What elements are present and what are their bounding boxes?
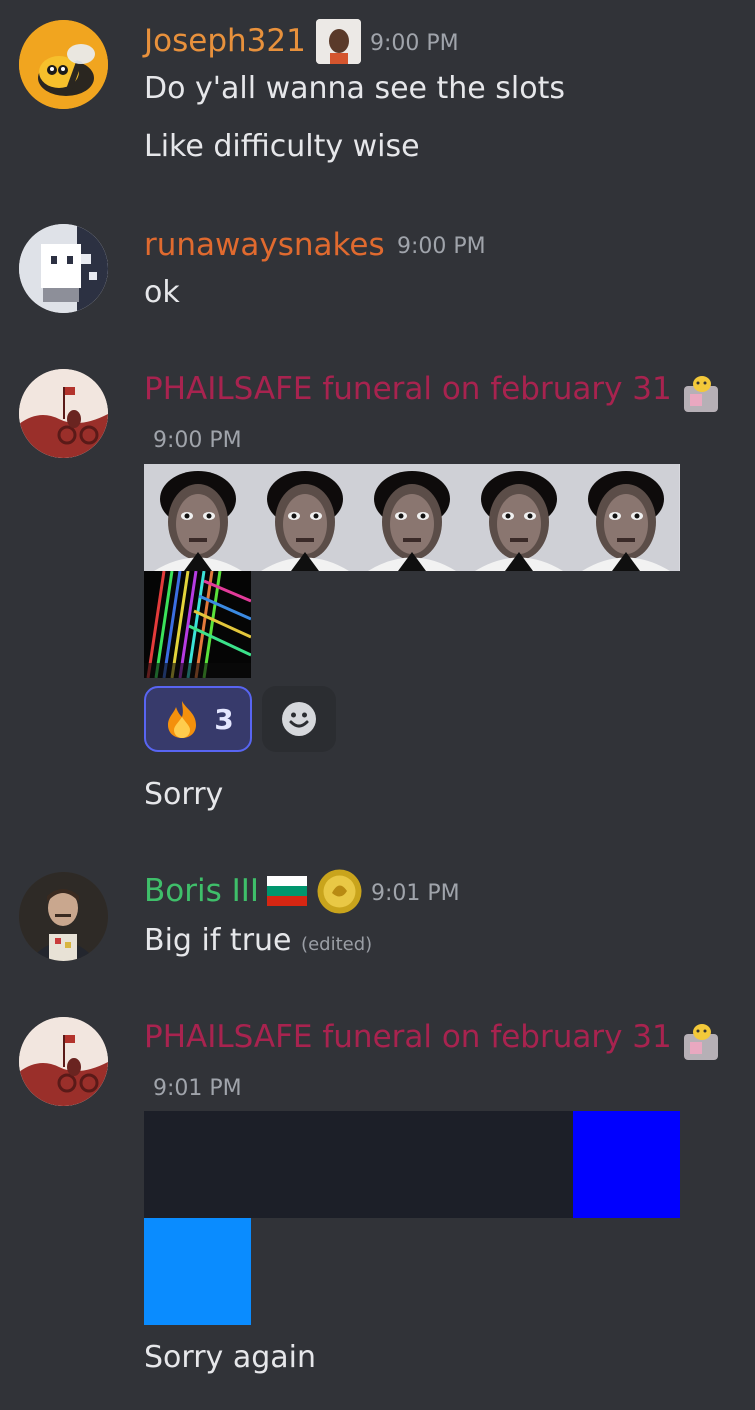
author-name[interactable]: runawaysnakes [144, 227, 385, 263]
role-badge-mug-icon[interactable] [680, 372, 725, 412]
author-name[interactable]: Boris III [144, 873, 259, 909]
avatar-runawaysnakes[interactable] [19, 224, 108, 313]
avatar-phailsafe[interactable] [19, 369, 108, 458]
timestamp: 9:01 PM [371, 881, 460, 906]
message-body: Big if true [144, 923, 292, 958]
timestamp: 9:00 PM [153, 428, 242, 453]
smiley-add-reaction-icon [281, 701, 317, 737]
image-attachment-light-blue-square[interactable] [144, 1218, 251, 1325]
author-name[interactable]: Joseph321 [144, 23, 306, 59]
message-text: ok [144, 275, 180, 310]
avatar-joseph321[interactable] [19, 20, 108, 109]
portrait-avatar-image [19, 872, 108, 961]
role-badge-mug-icon[interactable] [680, 1020, 725, 1060]
timestamp: 9:01 PM [153, 1076, 242, 1101]
avatar-phailsafe[interactable] [19, 1017, 108, 1106]
image-attachment-glitch[interactable] [144, 571, 251, 678]
message-text: Do y'all wanna see the slots [144, 71, 566, 106]
motorcycle-flag-avatar-image [19, 1017, 108, 1106]
message-text: Like difficulty wise [144, 129, 420, 164]
glitch-lines-image [144, 571, 251, 678]
message-text: Sorry again [144, 1340, 316, 1375]
timestamp: 9:00 PM [370, 31, 459, 56]
edited-label: (edited) [301, 934, 373, 955]
motorcycle-flag-avatar-image [19, 369, 108, 458]
fire-emoji-icon [162, 699, 202, 739]
image-attachment-dark-strip[interactable] [144, 1111, 573, 1218]
role-badge-portrait-icon[interactable] [316, 19, 361, 64]
message-text: Sorry [144, 777, 224, 812]
author-name[interactable]: PHAILSAFE funeral on february 31 [144, 1019, 672, 1055]
gold-coin-badge-icon[interactable] [317, 869, 362, 914]
image-attachment-faces[interactable] [144, 464, 680, 571]
pixel-avatar-image [19, 224, 108, 313]
bee-avatar-image [19, 20, 108, 109]
bulgaria-flag-icon [267, 876, 307, 906]
add-reaction-button[interactable] [262, 686, 336, 752]
reaction-fire[interactable]: 3 [144, 686, 252, 752]
reaction-count: 3 [214, 702, 234, 736]
message-text: Big if true (edited) [144, 923, 372, 963]
avatar-boris-iii[interactable] [19, 872, 108, 961]
image-attachment-blue-square[interactable] [573, 1111, 680, 1218]
author-name[interactable]: PHAILSAFE funeral on february 31 [144, 371, 672, 407]
face-strip-image [144, 464, 680, 571]
timestamp: 9:00 PM [397, 234, 486, 259]
